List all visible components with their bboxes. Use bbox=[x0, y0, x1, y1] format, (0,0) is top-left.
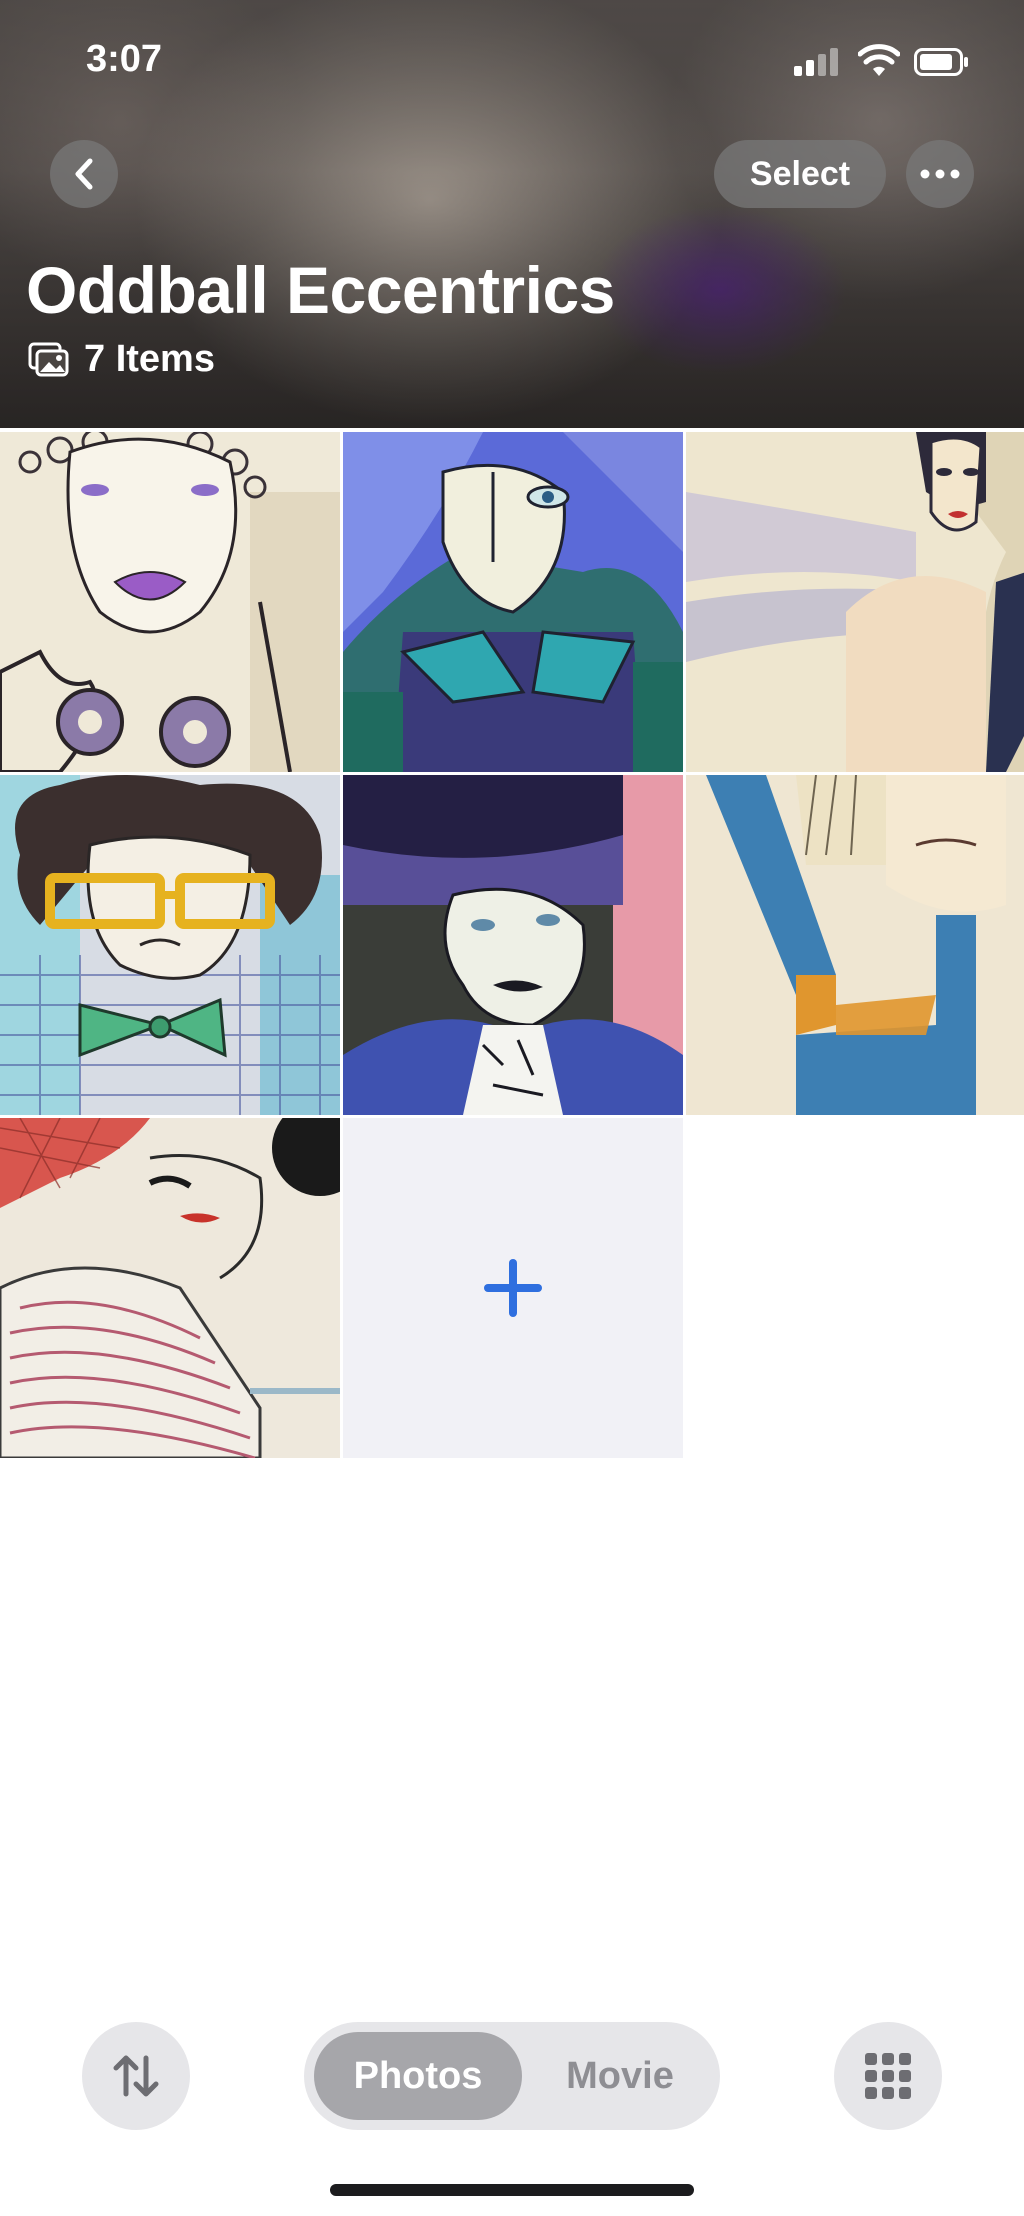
blue-hair-portrait-image bbox=[343, 432, 683, 772]
view-mode-segmented-control: Photos Movie bbox=[304, 2022, 720, 2130]
blue-dress-portrait-image bbox=[686, 775, 1024, 1115]
status-icons bbox=[794, 44, 984, 78]
plus-icon bbox=[484, 1259, 542, 1317]
cellular-signal-icon bbox=[794, 48, 838, 76]
red-hat-woman-portrait-image bbox=[0, 1118, 340, 1458]
status-time: 3:07 bbox=[86, 38, 163, 80]
home-indicator bbox=[330, 2184, 694, 2196]
grid-layout-button[interactable] bbox=[834, 2022, 942, 2130]
photo-thumbnail[interactable] bbox=[343, 432, 683, 772]
photo-thumbnail[interactable] bbox=[343, 775, 683, 1115]
sort-button[interactable] bbox=[82, 2022, 190, 2130]
status-bar: 3:07 bbox=[0, 0, 1024, 120]
pale-figure-portrait-image bbox=[686, 432, 1024, 772]
sort-arrows-icon bbox=[113, 2055, 159, 2097]
wifi-icon bbox=[858, 44, 900, 76]
add-photos-button[interactable] bbox=[343, 1118, 683, 1458]
photo-thumbnail[interactable] bbox=[686, 432, 1024, 772]
more-options-button[interactable] bbox=[906, 140, 974, 208]
segment-movie[interactable]: Movie bbox=[530, 2032, 710, 2120]
photo-thumbnail[interactable] bbox=[0, 775, 340, 1115]
dark-hat-man-portrait-image bbox=[343, 775, 683, 1115]
yellow-glasses-bowtie-portrait-image bbox=[0, 775, 340, 1115]
photo-thumbnail[interactable] bbox=[686, 775, 1024, 1115]
item-count-label: 7 Items bbox=[84, 338, 215, 380]
battery-icon bbox=[914, 48, 968, 76]
purple-lips-portrait-image bbox=[0, 432, 340, 772]
ellipsis-icon bbox=[920, 169, 960, 179]
grid-icon bbox=[865, 2053, 911, 2099]
select-button[interactable]: Select bbox=[714, 140, 886, 208]
chevron-left-icon bbox=[75, 158, 93, 190]
album-title: Oddball Eccentrics bbox=[26, 253, 615, 327]
back-button[interactable] bbox=[50, 140, 118, 208]
photo-stack-icon bbox=[28, 342, 69, 376]
photo-thumbnail[interactable] bbox=[0, 432, 340, 772]
photo-thumbnail[interactable] bbox=[0, 1118, 340, 1458]
item-count: 7 Items bbox=[28, 338, 215, 381]
segment-photos[interactable]: Photos bbox=[314, 2032, 522, 2120]
